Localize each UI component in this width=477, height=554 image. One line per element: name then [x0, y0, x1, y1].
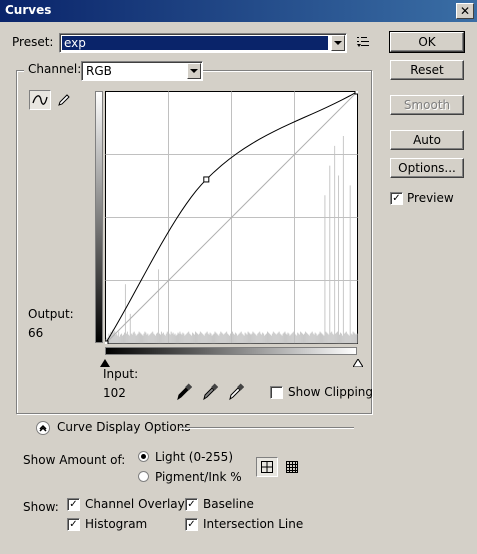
channel-overlays-label: Channel Overlays — [85, 497, 191, 511]
preview-label: Preview — [407, 191, 454, 205]
curve-display-toggle[interactable] — [36, 421, 50, 435]
close-icon: ✕ — [459, 4, 471, 18]
options-button-label: Options... — [398, 161, 456, 175]
input-gradient-bar — [105, 347, 357, 355]
light-radio[interactable] — [138, 451, 149, 462]
ok-button[interactable]: OK — [389, 31, 465, 53]
collapse-chevron-icon — [39, 424, 47, 432]
window-title: Curves — [5, 3, 52, 17]
input-value: 102 — [103, 386, 126, 400]
checkmark-icon: ✓ — [392, 192, 401, 204]
checkmark-icon: ✓ — [69, 498, 78, 510]
simple-grid-icon — [261, 461, 273, 473]
intersection-line-checkbox[interactable]: ✓ — [185, 518, 198, 531]
checkmark-icon: ✓ — [187, 518, 196, 530]
output-value: 66 — [28, 326, 44, 340]
pigment-label: Pigment/Ink % — [155, 470, 242, 484]
preset-select[interactable]: exp — [59, 33, 347, 53]
detailed-grid-icon — [286, 461, 298, 473]
curve-control-point[interactable] — [203, 176, 210, 183]
radio-dot — [141, 454, 146, 459]
black-eyedropper-button[interactable] — [176, 383, 193, 404]
pencil-tool[interactable] — [53, 90, 75, 110]
reset-button-label: Reset — [410, 63, 444, 77]
channel-label: Channel: — [24, 62, 86, 76]
white-eyedropper-button[interactable] — [228, 383, 245, 404]
options-list-icon[interactable] — [357, 36, 371, 51]
curve-control-point[interactable] — [105, 340, 109, 344]
chevron-down-icon — [334, 41, 342, 45]
output-gradient-bar — [95, 91, 103, 343]
curve-graph[interactable] — [105, 91, 358, 344]
auto-button[interactable]: Auto — [390, 130, 464, 150]
preset-label-text: Preset: — [12, 35, 54, 49]
pencil-icon — [58, 94, 70, 106]
curve-display-label: Curve Display Options — [57, 420, 191, 434]
input-label: Input: — [103, 367, 139, 381]
simple-grid-button[interactable] — [256, 457, 278, 477]
light-label: Light (0-255) — [155, 450, 233, 464]
options-button[interactable]: Options... — [390, 158, 464, 178]
separator — [180, 427, 354, 429]
curve-point-icon — [32, 95, 48, 105]
detailed-grid-button[interactable] — [281, 457, 303, 477]
smooth-button[interactable]: Smooth — [390, 95, 464, 115]
preview-checkbox[interactable]: ✓ — [390, 192, 403, 205]
white-point-slider[interactable] — [352, 356, 364, 370]
show-label: Show: — [23, 500, 59, 514]
baseline-label: Baseline — [203, 497, 254, 511]
gray-eyedropper-icon — [203, 383, 219, 401]
pigment-radio[interactable] — [138, 471, 149, 482]
baseline-checkbox[interactable]: ✓ — [185, 498, 198, 511]
channel-overlays-checkbox[interactable]: ✓ — [67, 498, 80, 511]
channel-select[interactable]: RGB — [81, 61, 203, 81]
output-label: Output: — [28, 307, 74, 321]
histogram-checkbox[interactable]: ✓ — [67, 518, 80, 531]
intersection-line-label: Intersection Line — [203, 517, 304, 531]
checkmark-icon: ✓ — [69, 518, 78, 530]
reset-button[interactable]: Reset — [390, 60, 464, 80]
ok-button-label: OK — [418, 35, 436, 49]
smooth-button-label: Smooth — [403, 98, 451, 112]
show-clipping-checkbox[interactable] — [270, 386, 283, 399]
curve-point-tool[interactable] — [29, 90, 51, 110]
gray-eyedropper-button[interactable] — [202, 383, 219, 404]
curve-control-point[interactable] — [354, 91, 358, 95]
preset-value: exp — [62, 36, 328, 50]
channel-dropdown-arrow[interactable] — [187, 63, 201, 79]
checkmark-icon: ✓ — [187, 498, 196, 510]
preset-dropdown-arrow[interactable] — [331, 35, 345, 51]
title-bar — [0, 0, 477, 22]
channel-label-text: Channel: — [28, 62, 82, 76]
show-clipping-label: Show Clipping — [288, 385, 374, 399]
chevron-down-icon — [190, 69, 198, 73]
auto-button-label: Auto — [413, 133, 441, 147]
histogram-label: Histogram — [85, 517, 148, 531]
channel-value: RGB — [86, 64, 112, 78]
preset-label: Preset: — [12, 35, 53, 49]
white-eyedropper-icon — [229, 383, 245, 401]
black-eyedropper-icon — [177, 383, 193, 401]
close-button[interactable]: ✕ — [456, 3, 474, 19]
show-amount-label: Show Amount of: — [23, 453, 126, 467]
